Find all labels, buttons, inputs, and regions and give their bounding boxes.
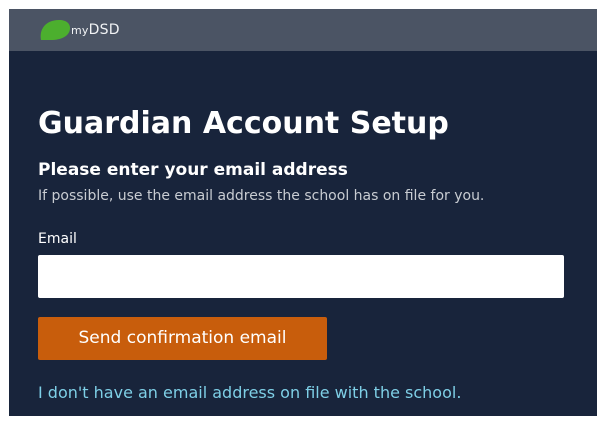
page-title: Guardian Account Setup (38, 106, 449, 141)
no-email-on-file-link[interactable]: I don't have an email address on file wi… (38, 382, 461, 404)
email-label: Email (38, 231, 77, 247)
app-logo[interactable]: myDSD (71, 21, 120, 40)
email-field[interactable] (38, 255, 564, 298)
logo-prefix: my (71, 24, 89, 37)
send-confirmation-email-button[interactable]: Send confirmation email (38, 317, 327, 360)
section-subtitle: Please enter your email address (38, 160, 348, 180)
email-hint-text: If possible, use the email address the s… (38, 188, 485, 204)
app-screen: myDSD Guardian Account Setup Please ente… (9, 9, 597, 416)
top-bar: myDSD (9, 9, 597, 51)
logo-name: DSD (88, 22, 120, 38)
leaf-logo-icon (40, 20, 70, 40)
